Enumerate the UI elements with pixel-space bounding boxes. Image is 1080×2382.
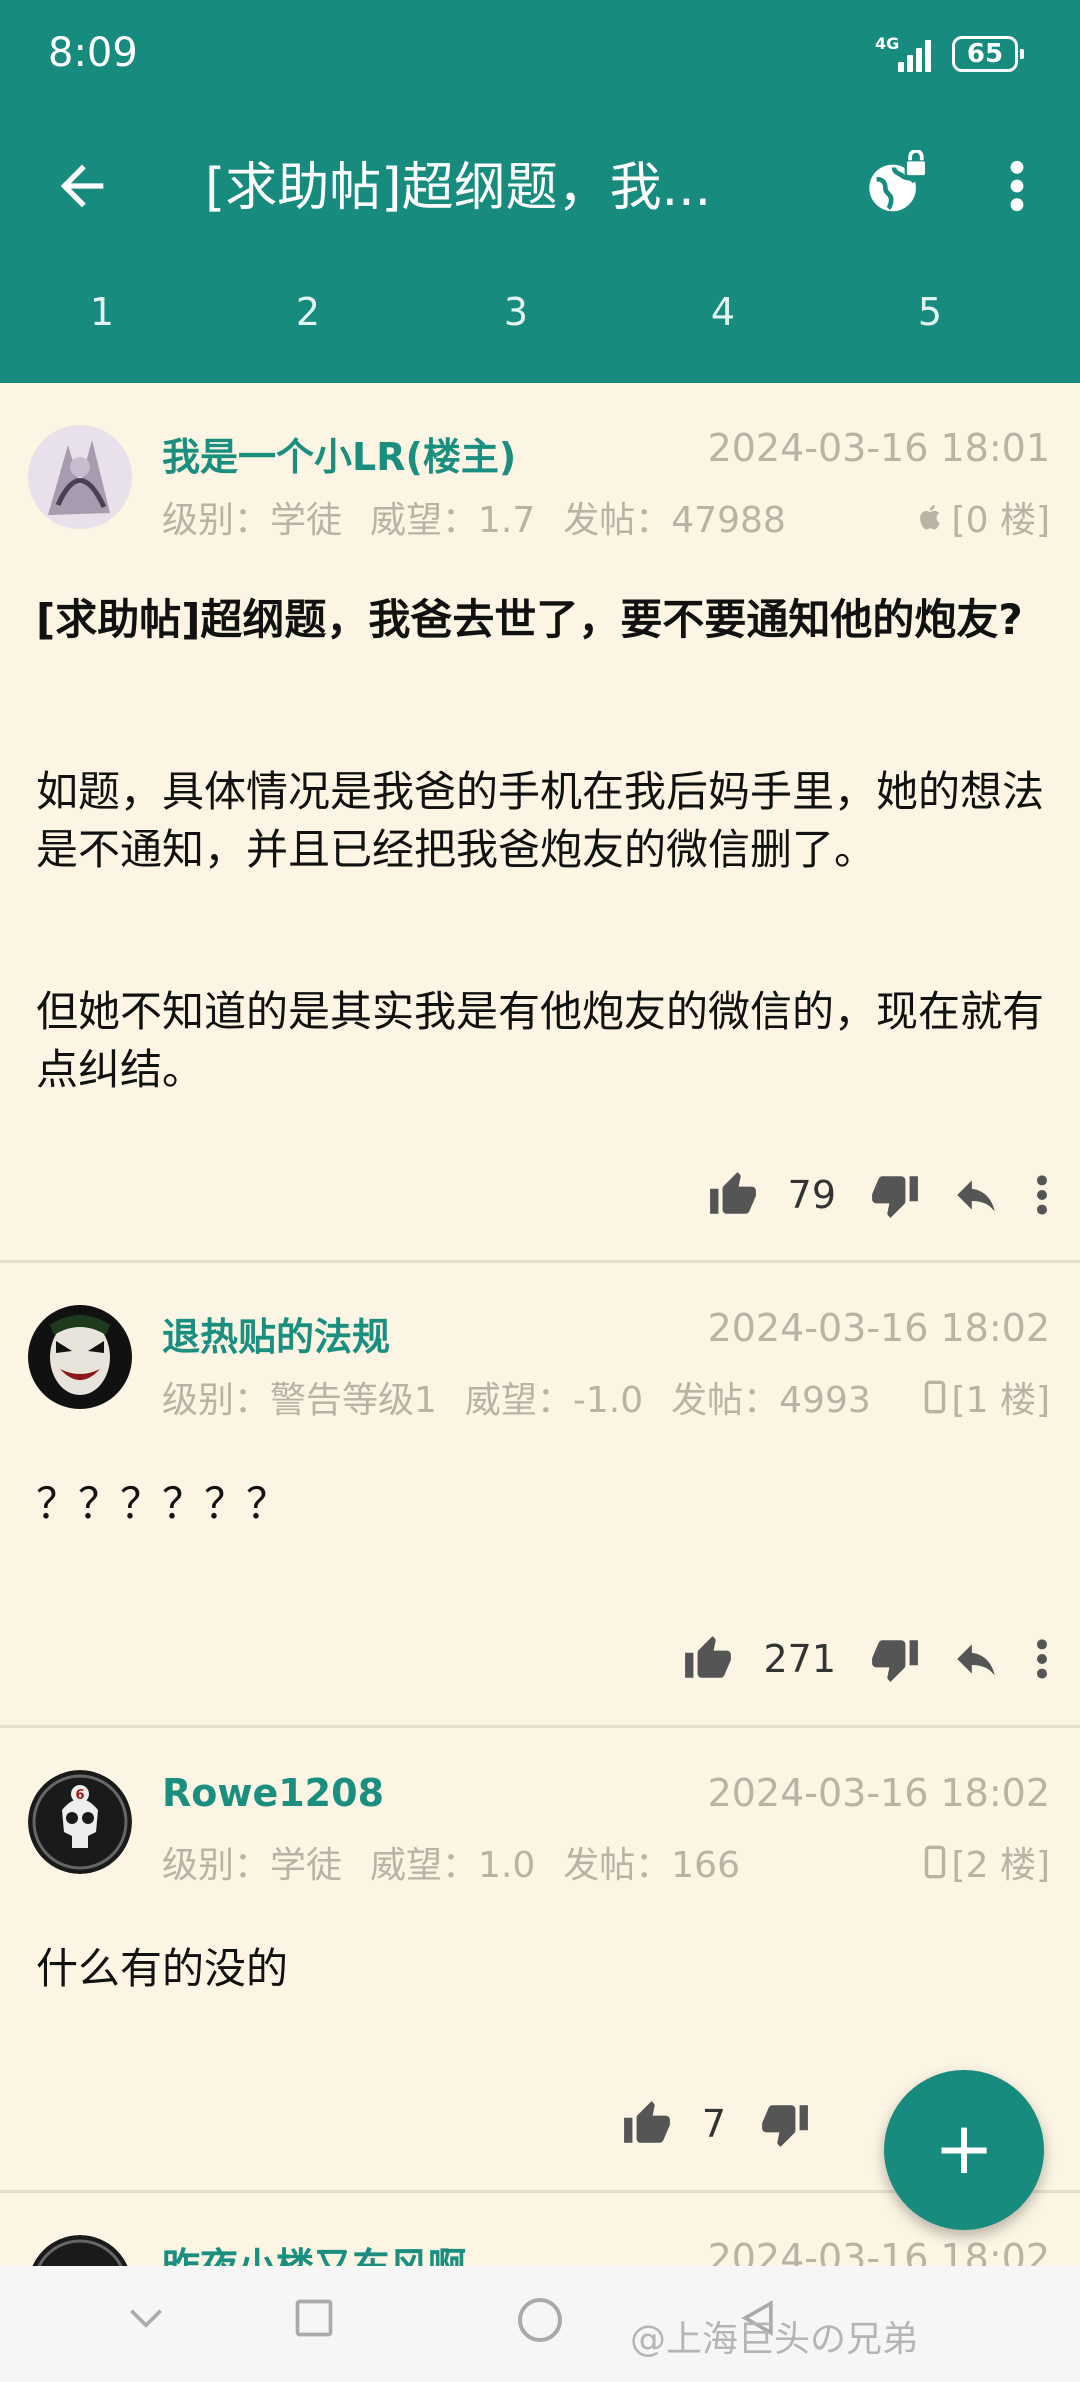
signal-icon — [898, 36, 938, 72]
post-item: 退热贴的法规 2024-03-16 18:02 级别：警告等级1 威望：-1.0 发… — [0, 1263, 1080, 1728]
user-prestige: 威望：1.0 — [370, 1845, 536, 1886]
back-arrow-icon[interactable] — [50, 154, 114, 218]
thumb-down-icon[interactable] — [870, 1170, 920, 1220]
post-title: [求助帖]超纲题，我爸去世了，要不要通知他的炮友? — [36, 595, 1023, 644]
user-post-count: 发帖：4993 — [671, 1380, 871, 1421]
status-bar: 8:09 4G 65 — [0, 0, 1080, 110]
thumb-up-icon[interactable] — [683, 1634, 733, 1684]
floor-indicator: [2 楼] — [919, 1836, 1050, 1888]
chevron-down-icon[interactable] — [124, 2296, 168, 2340]
tab-page-4[interactable]: 4 — [683, 290, 763, 334]
battery-icon: 65 — [952, 36, 1024, 72]
username[interactable]: Rowe1208 — [162, 1771, 384, 1815]
username[interactable]: 退热贴的法规 — [162, 1306, 390, 1361]
home-circle-icon[interactable] — [516, 2296, 564, 2344]
username[interactable]: 昨夜小楼又东风啊 — [162, 2236, 466, 2266]
post-date: 2024-03-16 18:02 — [707, 2236, 1050, 2266]
post-actions: 79 — [708, 1163, 1052, 1227]
floor-number: [2 楼] — [951, 1845, 1050, 1886]
reply-icon[interactable] — [948, 1634, 1004, 1684]
like-count: 271 — [763, 1637, 836, 1681]
user-meta: 级别：学徒 威望：1.7 发帖：47988 — [162, 491, 814, 543]
post-item: 我是一个小LR(楼主) 2024-03-16 18:01 级别：学徒 威望：1.7… — [0, 383, 1080, 1263]
like-count: 7 — [701, 2102, 726, 2146]
post-date: 2024-03-16 18:02 — [707, 1771, 1050, 1815]
system-nav-bar: @上海巨头の兄弟 — [0, 2266, 1080, 2382]
more-vert-icon[interactable] — [1032, 1634, 1052, 1684]
thumb-up-icon[interactable] — [708, 1170, 758, 1220]
toolbar: [求助帖]超纲题，我... — [0, 120, 1080, 255]
floor-number: [1 楼] — [951, 1380, 1050, 1421]
more-vert-icon[interactable] — [1000, 154, 1034, 218]
post-date: 2024-03-16 18:02 — [707, 1306, 1050, 1350]
user-prestige: 威望：-1.0 — [464, 1380, 644, 1421]
avatar[interactable] — [28, 2235, 132, 2266]
user-prestige: 威望：1.7 — [370, 500, 536, 541]
post-actions: 271 — [683, 1627, 1052, 1691]
like-count: 79 — [787, 1173, 836, 1217]
watermark: @上海巨头の兄弟 — [630, 2319, 919, 2360]
tab-page-2[interactable]: 2 — [268, 290, 348, 334]
post-body-paragraph: 但她不知道的是其实我是有他炮友的微信的，现在就有点纠结。 — [36, 987, 1045, 1094]
avatar[interactable] — [28, 1305, 132, 1409]
user-post-count: 发帖：166 — [563, 1845, 740, 1886]
globe-lock-icon[interactable] — [862, 150, 932, 220]
user-post-count: 发帖：47988 — [563, 500, 786, 541]
tab-page-3[interactable]: 3 — [476, 290, 556, 334]
user-level: 级别：学徒 — [162, 1845, 343, 1886]
status-time: 8:09 — [48, 30, 138, 76]
page-title: [求助帖]超纲题，我... — [205, 158, 712, 218]
post-body-paragraph: 如题，具体情况是我爸的手机在我后妈手里，她的想法是不通知，并且已经把我爸炮友的微… — [36, 767, 1045, 874]
user-meta: 级别：警告等级1 威望：-1.0 发帖：4993 — [162, 1371, 899, 1423]
post-date: 2024-03-16 18:01 — [707, 426, 1050, 470]
floor-indicator: [1 楼] — [919, 1371, 1050, 1423]
thumb-down-icon[interactable] — [760, 2099, 810, 2149]
avatar[interactable]: 6 — [28, 1770, 132, 1874]
phone-icon — [924, 1380, 945, 1414]
avatar[interactable] — [28, 425, 132, 529]
user-level: 级别：警告等级1 — [162, 1380, 437, 1421]
page-tabs: 1 2 3 4 5 — [0, 290, 1080, 360]
recents-square-icon[interactable] — [292, 2296, 336, 2340]
more-vert-icon[interactable] — [1032, 1170, 1052, 1220]
apple-icon — [919, 505, 940, 530]
thumb-down-icon[interactable] — [870, 1634, 920, 1684]
thumb-up-icon[interactable] — [622, 2099, 672, 2149]
network-type: 4G — [875, 34, 900, 53]
reply-icon[interactable] — [948, 1170, 1004, 1220]
floor-number: [0 楼] — [951, 500, 1050, 541]
phone-icon — [924, 1845, 945, 1879]
user-level: 级别：学徒 — [162, 500, 343, 541]
username[interactable]: 我是一个小LR(楼主) — [162, 426, 516, 481]
app-bar: 8:09 4G 65 [求助帖]超纲题，我... 1 2 3 4 5 — [0, 0, 1080, 383]
svg-text:6: 6 — [75, 1788, 84, 1803]
post-body-paragraph: 什么有的没的 — [36, 1944, 289, 1993]
user-meta: 级别：学徒 威望：1.0 发帖：166 — [162, 1836, 768, 1888]
floor-indicator: [0 楼] — [911, 491, 1050, 543]
tab-page-1[interactable]: 1 — [62, 290, 142, 334]
post-actions: 7 — [622, 2092, 810, 2156]
post-body-paragraph: ？？？？？？ — [36, 1479, 289, 1528]
new-reply-fab[interactable]: + — [884, 2070, 1044, 2230]
tab-page-5[interactable]: 5 — [890, 290, 970, 334]
